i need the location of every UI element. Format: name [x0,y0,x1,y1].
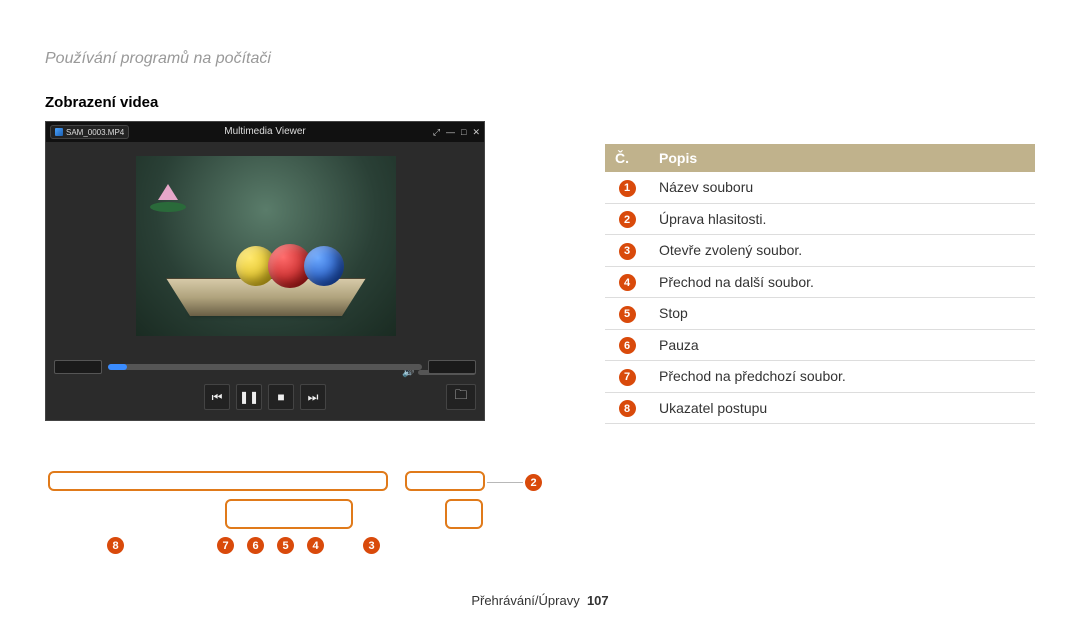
callout-5: 5 [277,537,294,554]
stop-icon: ■ [277,390,284,404]
row-desc: Přechod na předchozí soubor. [649,361,1035,393]
table-row: 1 Název souboru [605,172,1035,203]
row-badge: 1 [619,180,636,197]
legend-table: Č. Popis 1 Název souboru 2 Úprava hlasitost… [605,144,1035,424]
row-badge: 2 [619,211,636,228]
right-column: Č. Popis 1 Název souboru 2 Úprava hlasitost… [605,94,1035,424]
callout-8: 8 [107,537,124,554]
chapter-title: Používání programů na počítači [45,50,1035,68]
callout-4: 4 [307,537,324,554]
table-row: 3 Otevře zvolený soubor. [605,235,1035,267]
row-badge: 8 [619,400,636,417]
row-badge: 7 [619,369,636,386]
pause-button[interactable]: ❚❚ [236,384,262,410]
callout-7: 7 [217,537,234,554]
section-heading: Zobrazení videa [45,94,535,111]
callout-6: 6 [247,537,264,554]
highlight-volume [405,471,485,491]
time-total [428,360,476,374]
highlight-progress [48,471,388,491]
skip-forward-icon: ⏭ [308,390,319,405]
row-desc: Pauza [649,329,1035,361]
table-row: 4 Přechod na další soubor. [605,266,1035,298]
row-desc: Přechod na další soubor. [649,266,1035,298]
row-badge: 4 [619,274,636,291]
row-number: 1 [605,172,649,203]
row-number: 5 [605,298,649,330]
row-number: 6 [605,329,649,361]
table-row: 2 Úprava hlasitosti. [605,203,1035,235]
callout-3: 3 [363,537,380,554]
table-row: 6 Pauza [605,329,1035,361]
stop-button[interactable]: ■ [268,384,294,410]
row-number: 2 [605,203,649,235]
prev-button[interactable]: ⏮ [204,384,230,410]
page-footer: Přehrávání/Úpravy 107 [0,593,1080,608]
callout-2: 2 [525,474,542,491]
row-number: 4 [605,266,649,298]
window-controls[interactable]: ⤢ — □ ✕ [433,127,480,138]
folder-icon: 🗀 [454,386,467,408]
multimedia-viewer-window: SAM_0003.MP4 Multimedia Viewer ⤢ — □ ✕ [45,121,485,421]
left-column: Zobrazení videa 1 2 3 4 5 6 7 8 SAM_0003… [45,94,535,424]
row-badge: 5 [619,306,636,323]
file-icon [55,128,63,136]
skip-back-icon: ⏮ [212,390,223,405]
file-name: SAM_0003.MP4 [66,128,124,137]
minimize-icon[interactable]: — [446,127,455,138]
th-number: Č. [605,144,649,172]
file-badge: SAM_0003.MP4 [50,125,129,139]
row-number: 8 [605,392,649,424]
next-button[interactable]: ⏭ [300,384,326,410]
th-desc: Popis [649,144,1035,172]
progress-bar[interactable] [54,358,476,376]
row-badge: 6 [619,337,636,354]
highlight-openfile [445,499,483,529]
maximize-icon[interactable]: □ [461,127,466,138]
pause-icon: ❚❚ [239,390,259,404]
row-number: 7 [605,361,649,393]
row-desc: Název souboru [649,172,1035,203]
footer-section: Přehrávání/Úpravy [471,593,579,608]
footer-page: 107 [587,593,609,608]
time-elapsed [54,360,102,374]
video-frame [136,156,396,336]
row-desc: Stop [649,298,1035,330]
table-row: 8 Ukazatel postupu [605,392,1035,424]
highlight-transport [225,499,353,529]
table-row: 7 Přechod na předchozí soubor. [605,361,1035,393]
row-desc: Úprava hlasitosti. [649,203,1035,235]
window-title: Multimedia Viewer [224,126,306,137]
row-desc: Ukazatel postupu [649,392,1035,424]
open-file-button[interactable]: 🗀 [446,384,476,410]
table-row: 5 Stop [605,298,1035,330]
row-badge: 3 [619,243,636,260]
titlebar: SAM_0003.MP4 Multimedia Viewer ⤢ — □ ✕ [46,122,484,142]
row-number: 3 [605,235,649,267]
row-desc: Otevře zvolený soubor. [649,235,1035,267]
expand-icon[interactable]: ⤢ [433,127,440,138]
close-icon[interactable]: ✕ [472,127,480,138]
